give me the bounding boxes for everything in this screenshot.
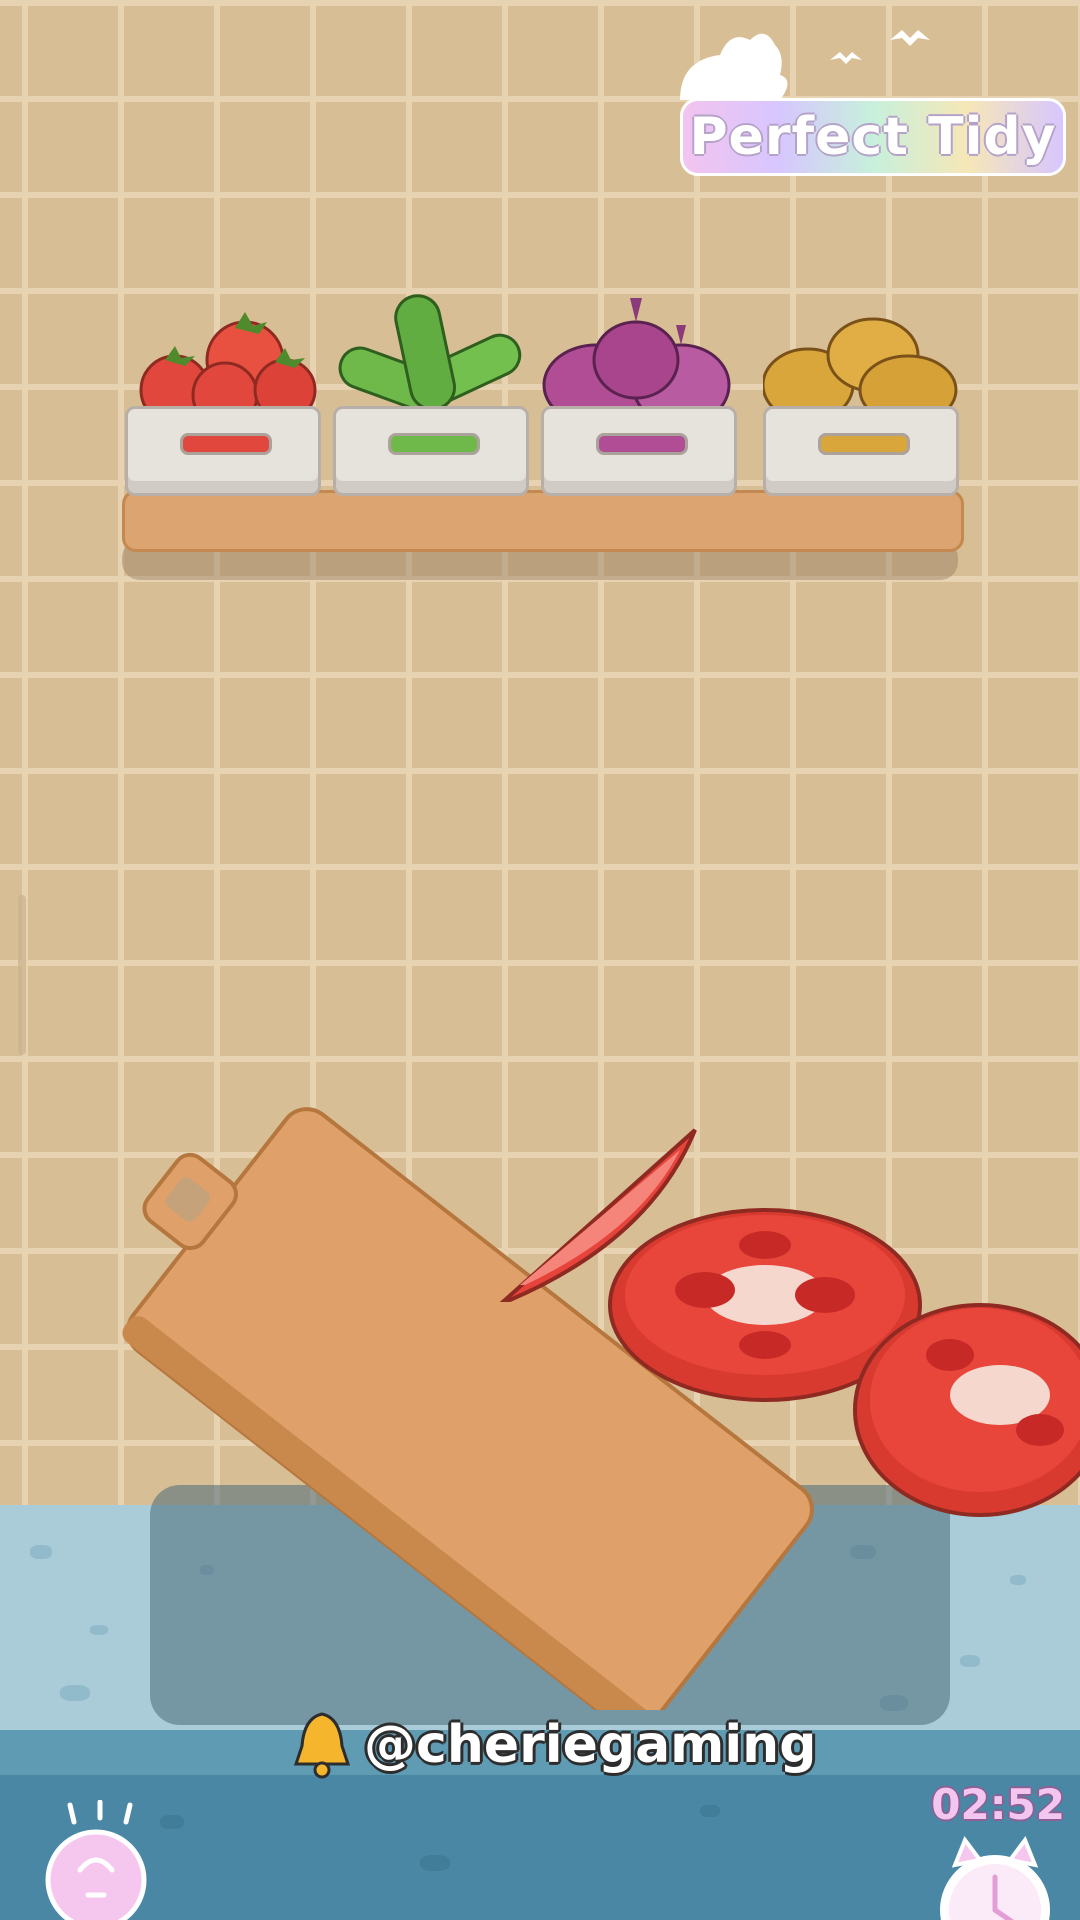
countdown-timer: 02:52 — [931, 1780, 1065, 1829]
red-onions-icon — [542, 298, 731, 420]
bin-cucumbers[interactable] — [333, 290, 529, 500]
game-logo: Perfect Tidy — [670, 20, 1066, 176]
bin-slot — [596, 433, 688, 455]
bin-red-onions[interactable] — [541, 290, 737, 500]
bin-potatoes[interactable] — [763, 290, 959, 500]
tomato-slices[interactable] — [0, 1120, 1080, 1640]
bin-tomatoes[interactable] — [125, 290, 321, 500]
bin-box — [763, 406, 959, 496]
bell-icon — [293, 1712, 351, 1779]
game-stage: Perfect Tidy @cheriegaming 02:52 — [0, 0, 1080, 1920]
creator-handle: @cheriegaming — [290, 1705, 816, 1785]
potatoes-icon — [763, 317, 958, 420]
cat-bats-icon — [680, 30, 930, 100]
game-title: Perfect Tidy — [680, 98, 1066, 176]
bottom-bar — [0, 1775, 1080, 1920]
tomatoes-icon — [139, 312, 317, 420]
hint-button[interactable] — [40, 1799, 160, 1920]
scroll-indicator — [18, 895, 26, 1055]
clock-button[interactable] — [935, 1835, 1055, 1920]
bin-slot — [180, 433, 272, 455]
bin-box — [125, 406, 321, 496]
bin-slot — [388, 433, 480, 455]
clock-icon — [940, 1835, 1050, 1920]
bin-slot — [818, 433, 910, 455]
bin-box — [541, 406, 737, 496]
cucumbers-icon — [338, 294, 522, 414]
tomato-slice[interactable] — [853, 1303, 1080, 1517]
lightbulb-icon — [45, 1799, 147, 1920]
handle-text: @cheriegaming — [364, 1715, 817, 1775]
bin-box — [333, 406, 529, 496]
